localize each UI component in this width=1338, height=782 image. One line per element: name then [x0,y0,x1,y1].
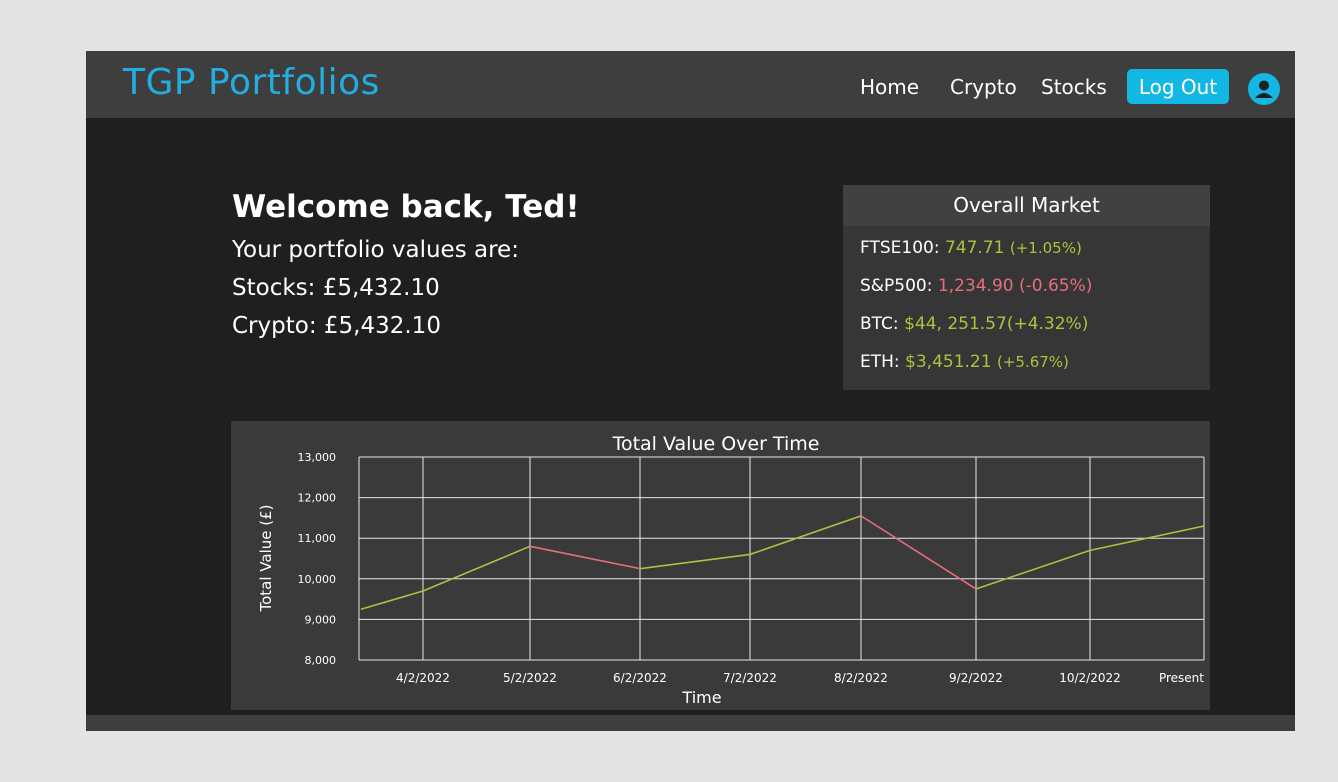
market-panel: Overall Market FTSE100: 747.71 (+1.05%) … [843,185,1210,390]
stocks-label: Stocks: [232,275,316,301]
market-row-sp500: S&P500: 1,234.90 (-0.65%) [860,276,1092,296]
market-label: FTSE100: [860,238,940,258]
market-change: (+1.05%) [1009,239,1082,257]
series-segment [749,515,862,556]
market-price: $44, 251.57 [904,314,1007,334]
nav-stocks[interactable]: Stocks [1041,75,1107,99]
market-price: $3,451.21 [905,352,992,372]
crypto-value-line: Crypto: £5,432.10 [232,313,441,339]
market-row-btc: BTC: $44, 251.57(+4.32%) [860,314,1088,334]
x-tick-label: 6/2/2022 [613,671,667,685]
market-label: S&P500: [860,276,933,296]
logout-button[interactable]: Log Out [1127,69,1229,104]
market-change: (+4.32%) [1006,314,1089,334]
market-price: 747.71 [944,238,1005,258]
brand-logo[interactable]: TGP Portfolios [123,62,380,103]
crypto-value: £5,432.10 [323,313,441,339]
market-change: (-0.65%) [1019,276,1093,296]
y-tick-label: 9,000 [305,613,337,626]
series-segment [639,553,751,570]
market-row-ftse: FTSE100: 747.71 (+1.05%) [860,238,1082,258]
market-change: (+5.67%) [996,353,1069,371]
market-price: 1,234.90 [937,276,1014,296]
navbar: TGP Portfolios Home Crypto Stocks Log Ou… [86,51,1295,118]
x-tick-label: 9/2/2022 [949,671,1003,685]
y-tick-label: 10,000 [298,573,337,586]
y-tick-label: 12,000 [298,492,337,505]
series-segment [529,545,641,570]
y-tick-label: 13,000 [298,451,337,464]
footer-bar [86,715,1295,731]
chart-title: Total Value Over Time [612,433,820,455]
series-segment [360,590,424,611]
market-title: Overall Market [843,185,1210,226]
series-segment [422,545,531,592]
y-axis-label: Total Value (£) [257,504,275,612]
series-segment [860,515,977,590]
market-row-eth: ETH: $3,451.21 (+5.67%) [860,352,1069,372]
y-tick-label: 8,000 [305,654,337,667]
stocks-value-line: Stocks: £5,432.10 [232,275,440,301]
x-tick-label: 7/2/2022 [723,671,777,685]
x-tick-label: Present [1159,671,1204,685]
market-label: BTC: [860,314,899,334]
series-segment [975,549,1091,590]
x-tick-label: 4/2/2022 [396,671,450,685]
x-tick-label: 8/2/2022 [834,671,888,685]
user-icon[interactable] [1248,73,1280,105]
y-tick-label: 11,000 [298,532,337,545]
value-chart: Total Value Over Time 13,000 12,000 11,000 1… [257,433,1205,707]
app-window: TGP Portfolios Home Crypto Stocks Log Ou… [86,51,1295,731]
x-axis-label: Time [681,688,721,707]
market-label: ETH: [860,352,900,372]
x-tick-label: 5/2/2022 [503,671,557,685]
nav-crypto[interactable]: Crypto [950,75,1017,99]
crypto-label: Crypto: [232,313,317,339]
value-chart-panel: Total Value Over Time 13,000 12,000 11,000 1… [231,421,1210,710]
stocks-value: £5,432.10 [322,275,440,301]
welcome-heading: Welcome back, Ted! [232,189,580,225]
x-tick-label: 10/2/2022 [1059,671,1121,685]
nav-home[interactable]: Home [860,75,919,99]
portfolio-subtitle: Your portfolio values are: [232,237,519,263]
